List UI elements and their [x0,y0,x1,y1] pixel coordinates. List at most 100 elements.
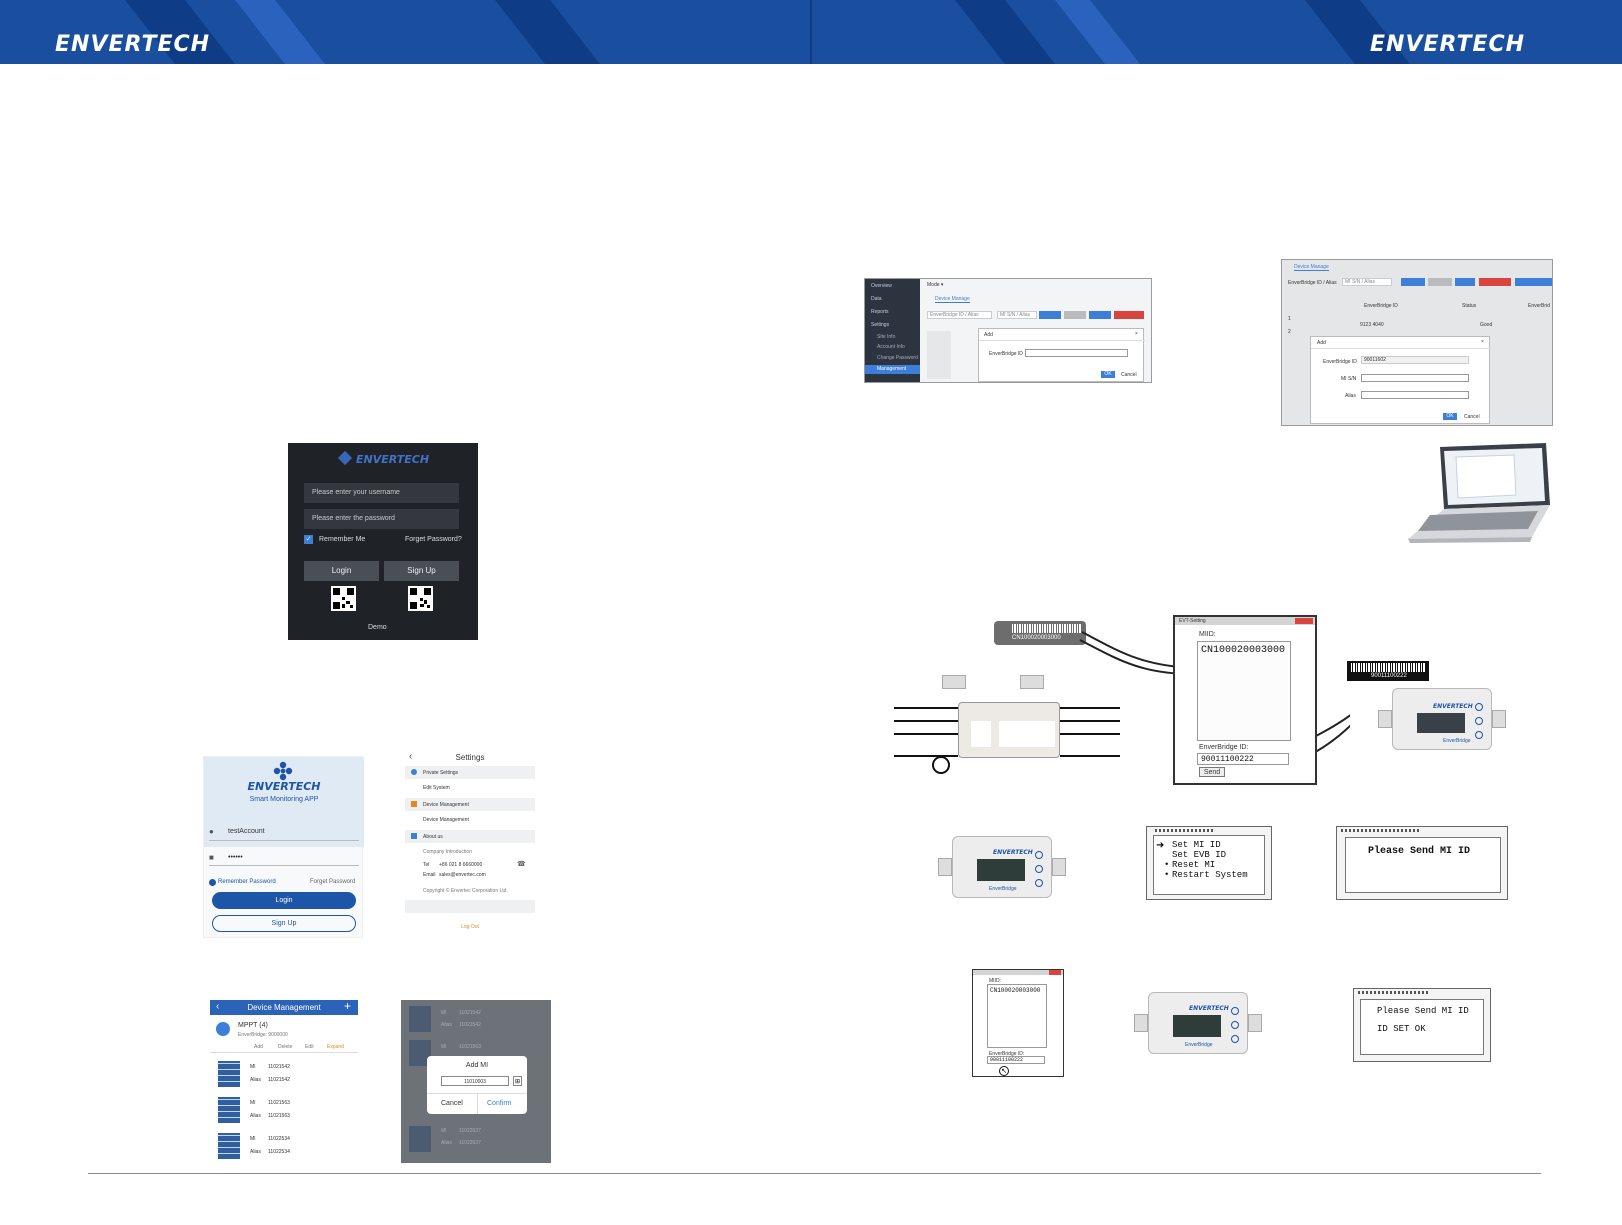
mode-select[interactable]: Mode ▾ [927,282,943,288]
signup-button[interactable]: Sign Up [384,561,459,581]
settings-item-device-management[interactable]: Device Management [423,817,469,823]
batch-add-button[interactable] [1515,278,1552,286]
device-button-icon[interactable] [1475,703,1483,711]
username-input[interactable]: testAccount [228,828,265,835]
login-button[interactable]: Login [304,561,379,581]
list-item[interactable]: MI 11022534 Alias 11022534 [210,1130,358,1163]
close-icon[interactable] [1049,970,1061,975]
forgot-password-link[interactable]: Forget Password? [405,536,462,543]
email-value[interactable]: sales@envertec.com [439,872,486,878]
password-input[interactable]: Please enter the password [304,509,459,529]
miid-textarea[interactable]: CN100020003000 [987,984,1047,1048]
add-plus-icon[interactable]: + [344,1000,351,1013]
list-item[interactable]: MI 11021563 Alias 11021563 [210,1094,358,1128]
confirm-button[interactable]: Confirm [487,1100,512,1107]
device-button-icon[interactable] [1035,865,1043,873]
sidebar-item-account-info[interactable]: Account Info [877,344,905,350]
bridge-search-input[interactable]: EnverBridge ID / Alias [927,311,992,319]
mi-search-input[interactable]: MI S/N / Alias [1342,278,1392,286]
ok-button[interactable]: OK [1443,413,1457,420]
remember-check-icon[interactable] [209,879,216,886]
settings-item-edit-system[interactable]: Edit System [423,785,450,791]
tab-device-manage[interactable]: Device Manage [935,296,970,303]
tab-device-manage[interactable]: Device Manage [1294,264,1329,271]
sidebar-item-site-info[interactable]: Site Info [877,334,895,340]
mi-number-input[interactable]: 11010003 [441,1076,509,1086]
cancel-button[interactable]: Cancel [441,1100,463,1107]
reset-button[interactable] [1428,278,1452,286]
close-icon[interactable]: × [1481,339,1484,345]
add-button[interactable] [1455,278,1475,286]
app-logo-text: ENVERTECH [247,780,321,793]
send-button[interactable]: Send [1199,767,1225,777]
delete-button[interactable] [1479,278,1511,286]
device-button-icon[interactable] [1035,851,1043,859]
logout-button[interactable]: Log Out [405,924,535,930]
settings-title: Settings [455,753,485,762]
scan-icon[interactable]: ⊞ [513,1076,522,1086]
eb-id-input[interactable]: 90011100222 [987,1056,1045,1064]
sidebar-item-settings[interactable]: Settings [871,322,889,328]
cable [1060,755,1120,757]
mi-sn-input[interactable] [1361,374,1469,382]
expand-action[interactable]: Expand [327,1044,344,1050]
device-button-icon[interactable] [1231,1035,1239,1043]
solar-panel-icon [218,1061,240,1087]
device-button-icon[interactable] [1231,1021,1239,1029]
search-button[interactable] [1401,278,1425,286]
cable [894,720,958,722]
device-button-icon[interactable] [1231,1007,1239,1015]
group-name: MPPT (4) [238,1022,268,1029]
web-sidebar: Overview Data Reports Settings Site Info… [865,279,920,382]
menu-line: Set MI ID [1172,840,1221,850]
sidebar-item-active[interactable]: Management [865,365,920,374]
cable [894,733,958,735]
bridge-id-input[interactable] [1025,349,1128,357]
search-button[interactable] [1039,311,1061,319]
add-action[interactable]: Add [254,1044,263,1050]
demo-link[interactable]: Demo [368,624,387,631]
lcd-send-screen: Please Send MI ID [1336,826,1508,900]
close-icon[interactable]: × [1135,331,1138,337]
alias-input[interactable] [1361,391,1469,399]
sidebar-item-data[interactable]: Data [871,296,882,302]
lock-icon: ■ [209,853,214,862]
dialog-title: Add [1317,340,1326,346]
device-button-icon[interactable] [1475,717,1483,725]
delete-button[interactable] [1114,311,1144,319]
device-button-icon[interactable] [1475,731,1483,739]
cancel-button[interactable]: Cancel [1464,414,1480,420]
password-input[interactable]: •••••• [228,854,243,861]
cursor-arrow-icon: ➜ [1156,840,1165,851]
edit-action[interactable]: Edit [305,1044,314,1050]
envertech-logo-icon [337,450,353,466]
inverter-body [958,702,1060,758]
username-input[interactable]: Please enter your username [304,483,459,503]
cancel-button[interactable]: Cancel [1121,372,1137,378]
list-item[interactable]: MI 11021542 Alias 11021542 [210,1058,358,1092]
mi-search-input[interactable]: MI S/N / Alias [997,311,1037,319]
field-label-mi: MI S/N [1341,376,1357,382]
sidebar-item-overview[interactable]: Overview [871,283,892,289]
phone-icon[interactable]: ☎ [517,860,526,868]
close-icon[interactable] [1295,618,1313,624]
tel-value[interactable]: +86 021 8 6660000 [439,862,482,868]
miid-textarea[interactable]: CN100020003000 [1197,641,1291,741]
sidebar-item-change-password[interactable]: Change Password [877,355,918,361]
inverter-spec-label [999,721,1055,747]
eb-id-input[interactable]: 90011100222 [1197,753,1289,765]
login-button[interactable]: Login [212,892,356,909]
ok-button[interactable]: OK [1101,371,1115,378]
forgot-password-link[interactable]: Forget Password [310,879,355,885]
col-header-more: EnverBrid [1528,303,1550,309]
add-button[interactable] [1089,311,1111,319]
settings-item-company[interactable]: Company Introduction [423,849,472,855]
device-gland [1052,858,1066,876]
devices-title: Device Management [247,1003,321,1012]
device-button-icon[interactable] [1035,879,1043,887]
reset-button[interactable] [1064,311,1086,319]
remember-checkbox[interactable]: ✓ [304,535,313,544]
delete-action[interactable]: Delete [278,1044,292,1050]
signup-button[interactable]: Sign Up [212,915,356,932]
sidebar-item-reports[interactable]: Reports [871,309,889,315]
